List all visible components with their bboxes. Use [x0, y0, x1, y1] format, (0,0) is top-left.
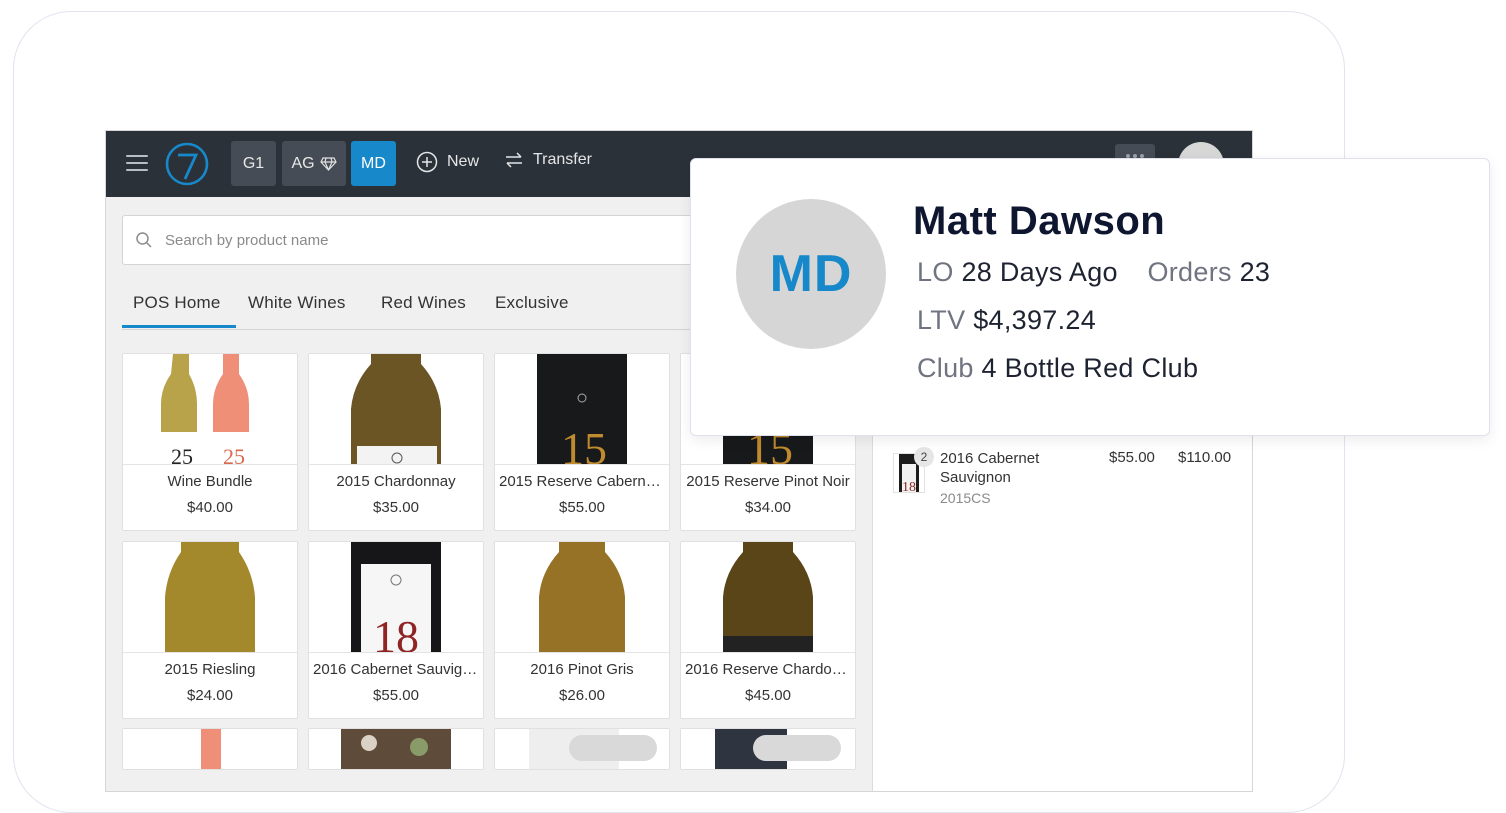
tab-exclusive[interactable]: Exclusive [495, 293, 569, 313]
svg-text:25: 25 [171, 444, 193, 464]
product-price: $34.00 [745, 499, 791, 516]
product-card[interactable] [308, 728, 484, 770]
svg-text:18: 18 [373, 611, 419, 652]
product-name: 2016 Cabernet Sauvignon [313, 661, 479, 678]
chip-label: MD [361, 154, 386, 172]
customer-club-row: Club 4 Bottle Red Club [917, 353, 1198, 384]
product-card[interactable]: 2015 Riesling $24.00 [122, 541, 298, 719]
search-input[interactable] [163, 230, 767, 250]
location-chip-g1[interactable]: G1 [231, 141, 276, 186]
product-card[interactable]: 18 2016 Cabernet Sauvignon $55.00 [308, 541, 484, 719]
ltv-value: $4,397.24 [973, 305, 1097, 335]
customer-info-card: MD Matt Dawson LO 28 Days Ago Orders 23 … [690, 158, 1490, 436]
cart-item-quantity-badge: 2 [914, 447, 934, 467]
product-name: 2015 Reserve Pinot Noir [686, 473, 850, 490]
product-card[interactable]: 2016 Reserve Chardonnay $45.00 [680, 541, 856, 719]
product-price: $26.00 [559, 687, 605, 704]
product-name: 2015 Reserve Cabernet Sauvignon [499, 473, 665, 490]
product-price: $35.00 [373, 499, 419, 516]
product-image: 15 [495, 354, 669, 465]
brand-logo[interactable] [164, 141, 210, 187]
transfer-icon [506, 152, 522, 168]
product-price: $45.00 [745, 687, 791, 704]
product-card[interactable]: 2015 Chardonnay $35.00 [308, 353, 484, 531]
product-card[interactable] [680, 728, 856, 770]
cart-line-item[interactable]: 18 2 2016 Cabernet Sauvignon 2015CS $55.… [891, 447, 1241, 517]
active-tab-indicator [122, 325, 236, 328]
product-name: 2016 Pinot Gris [530, 661, 634, 678]
cart-item-name: 2016 Cabernet Sauvignon [940, 450, 1040, 486]
svg-text:15: 15 [561, 423, 607, 464]
product-name: 2016 Reserve Chardonnay [685, 661, 851, 678]
product-card[interactable] [494, 728, 670, 770]
product-price: $55.00 [373, 687, 419, 704]
product-price: $24.00 [187, 687, 233, 704]
svg-text:18: 18 [902, 480, 916, 492]
product-image: 25 25 [123, 354, 297, 465]
cart-item-price: $55.00 [1109, 449, 1155, 466]
product-image [309, 729, 483, 769]
transfer-label: Transfer [533, 151, 592, 168]
customer-ltv-row: LTV $4,397.24 [917, 305, 1096, 336]
customer-chip-md[interactable]: MD [351, 141, 396, 186]
product-image [495, 542, 669, 653]
last-order-label: LO [917, 257, 954, 287]
transfer-button[interactable]: Transfer [504, 151, 592, 169]
product-card[interactable]: 2016 Pinot Gris $26.00 [494, 541, 670, 719]
tab-pos-home[interactable]: POS Home [133, 293, 221, 313]
chip-label: G1 [242, 154, 265, 172]
cart-item-sku: 2015CS [940, 490, 991, 506]
orders-value: 23 [1239, 257, 1271, 287]
plus-circle-icon [416, 151, 438, 173]
product-image [123, 729, 297, 769]
product-price: $55.00 [559, 499, 605, 516]
user-chip-ag[interactable]: AG [282, 141, 346, 186]
customer-initials: MD [769, 245, 853, 303]
customer-name: Matt Dawson [913, 199, 1166, 243]
last-order-value: 28 Days Ago [961, 257, 1118, 287]
product-image [495, 729, 669, 769]
product-name: 2015 Chardonnay [336, 473, 456, 490]
product-name: 2015 Riesling [164, 661, 256, 678]
product-image [681, 729, 855, 769]
product-image: 18 [309, 542, 483, 653]
chip-label: AG [291, 154, 315, 172]
product-card[interactable]: 25 25 Wine Bundle $40.00 [122, 353, 298, 531]
ltv-label: LTV [917, 305, 966, 335]
club-value: 4 Bottle Red Club [981, 353, 1199, 383]
product-price: $40.00 [187, 499, 233, 516]
product-card[interactable]: 15 2015 Reserve Cabernet Sauvignon $55.0… [494, 353, 670, 531]
search-icon [136, 232, 152, 248]
customer-last-order-row: LO 28 Days Ago Orders 23 [917, 257, 1270, 288]
new-button[interactable]: New [416, 151, 479, 173]
cart-item-total: $110.00 [1178, 449, 1232, 466]
club-label: Club [917, 353, 974, 383]
menu-icon[interactable] [126, 155, 148, 173]
orders-label: Orders [1147, 257, 1232, 287]
new-label: New [447, 153, 480, 170]
svg-text:25: 25 [223, 444, 245, 464]
tab-red-wines[interactable]: Red Wines [381, 293, 466, 313]
customer-avatar: MD [736, 199, 886, 349]
tab-white-wines[interactable]: White Wines [248, 293, 346, 313]
product-image [309, 354, 483, 465]
diamond-icon [319, 156, 337, 171]
product-name: Wine Bundle [167, 473, 253, 490]
product-card[interactable] [122, 728, 298, 770]
product-image [681, 542, 855, 653]
product-image [123, 542, 297, 653]
